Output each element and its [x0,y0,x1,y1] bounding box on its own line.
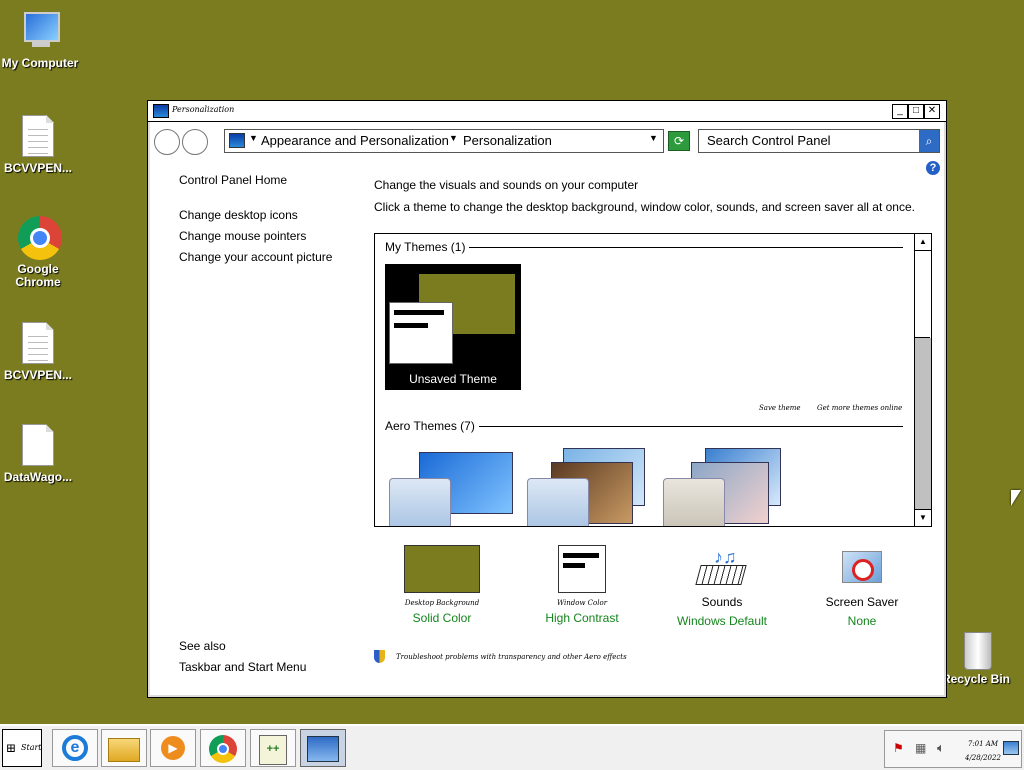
maximize-button[interactable]: □ [908,104,924,119]
desktop-icon-label: Google Chrome [15,262,61,289]
control-panel-icon [153,104,169,118]
solid-color-swatch [404,545,480,593]
unsaved-theme-tile[interactable]: Unsaved Theme [385,264,521,390]
search-icon[interactable]: ⌕ [919,130,939,152]
desktop-icon-label: My Computer [1,56,79,70]
desktop-icon-file[interactable]: BCVVPEN... [0,115,78,175]
personalization-window: Personalization _ □ ✕ ▼ Appearance and P… [147,100,947,698]
theme-label: Unsaved Theme [409,372,497,386]
setting-caption: Desktop Background [404,599,480,607]
computer-icon [20,10,60,54]
chrome-icon[interactable] [200,729,246,767]
recycle-bin-icon [956,626,996,670]
page-heading: Change the visuals and sounds on your co… [374,178,639,192]
themes-scrollbar[interactable]: ▲ ▼ [914,234,931,526]
aero-themes-header: Aero Themes (7) [385,419,475,433]
desktop-icon-label: Recycle Bin [941,672,1011,686]
aero-theme-architecture[interactable] [523,448,653,526]
setting-caption: Screen Saver [825,595,899,609]
screen-saver-setting[interactable]: Screen Saver None [792,543,932,628]
mouse-cursor-icon [1011,490,1021,506]
search-placeholder: Search Control Panel [707,133,831,148]
desktop-icon-label: DataWago... [3,470,73,484]
get-more-themes-link[interactable]: Get more themes online [817,404,902,412]
sidebar-link-account-picture[interactable]: Change your account picture [179,250,332,264]
setting-value: Windows Default [676,614,768,628]
windows-logo-icon: ⊞ [6,741,17,755]
chrome-icon [18,216,62,260]
desktop-icon-my-computer[interactable]: My Computer [0,10,80,70]
scroll-up-arrow-icon[interactable]: ▲ [915,234,931,251]
setting-caption: Window Color [556,599,608,607]
window-color-setting[interactable]: Window Color High Contrast [512,543,652,625]
show-desktop-icon[interactable] [1003,741,1019,755]
help-icon[interactable]: ? [926,161,940,175]
troubleshoot-text: Troubleshoot problems with transparency … [396,653,627,661]
desktop-icon-file[interactable]: DataWago... [0,424,78,484]
sidebar-control-panel-home[interactable]: Control Panel Home [179,173,287,187]
media-player-icon[interactable]: ▶ [150,729,196,767]
notepad-plus-plus-icon[interactable]: ++ [250,729,296,767]
scroll-down-arrow-icon[interactable]: ▼ [915,509,931,526]
troubleshoot-link[interactable]: Troubleshoot problems with transparency … [374,650,627,663]
minimize-button[interactable]: _ [892,104,908,119]
aero-theme-windows[interactable] [385,448,515,526]
sidebar-link-desktop-icons[interactable]: Change desktop icons [179,208,298,222]
breadcrumb-item[interactable]: Appearance and Personalization [261,133,449,148]
desktop-icon-google-chrome[interactable]: Google Chrome [0,216,78,289]
shield-icon [374,650,385,663]
forward-button[interactable] [182,129,208,155]
sounds-setting[interactable]: ♪♫ Sounds Windows Default [652,543,792,628]
screen-saver-icon [838,547,886,591]
document-icon [18,322,58,366]
sidebar-link-mouse-pointers[interactable]: Change mouse pointers [179,229,306,243]
breadcrumb[interactable]: ▼ Appearance and Personalization ▼ Perso… [224,129,664,153]
themes-list[interactable]: My Themes (1) Unsaved Theme Save theme G… [374,233,932,527]
address-bar: ▼ Appearance and Personalization ▼ Perso… [152,127,942,155]
setting-value: High Contrast [545,611,619,625]
start-label: Start [21,743,42,752]
setting-value: None [847,614,877,628]
close-button[interactable]: ✕ [924,104,940,119]
action-center-icon[interactable]: ⚑ [893,741,904,755]
scroll-thumb[interactable] [915,251,930,338]
taskbar-start-menu-link[interactable]: Taskbar and Start Menu [179,660,306,674]
taskbar: ⊞ Start e ▶ ++ ⚑ ▦ 🔈︎ 7:01 AM 4/28/2022 [0,724,1024,770]
desktop-icon-label: BCVVPEN... [3,161,72,175]
desktop-background-setting[interactable]: Desktop Background Solid Color [372,543,512,625]
see-also-header: See also [179,639,226,653]
setting-value: Solid Color [412,611,472,625]
control-panel-icon [229,133,245,148]
desktop-icon-file[interactable]: BCVVPEN... [0,322,78,382]
refresh-button[interactable]: ⟳ [668,131,690,151]
my-themes-header: My Themes (1) [385,240,466,254]
page-description: Click a theme to change the desktop back… [374,200,915,214]
save-theme-link[interactable]: Save theme [759,404,801,412]
breadcrumb-item[interactable]: Personalization [463,133,552,148]
internet-explorer-icon[interactable]: e [52,729,98,767]
blank-document-icon [18,424,58,468]
network-icon[interactable]: ▦ [915,741,926,755]
breadcrumb-dropdown-icon[interactable]: ▼ [649,133,658,143]
document-icon [18,115,58,159]
system-tray: ⚑ ▦ 🔈︎ 7:01 AM 4/28/2022 [884,730,1022,768]
window-title: Personalization [172,105,235,114]
clock-date: 4/28/2022 [965,754,1001,762]
window-color-icon [558,545,606,593]
search-input[interactable]: Search Control Panel ⌕ [698,129,940,153]
desktop-icon-recycle-bin[interactable]: Recycle Bin [936,626,1016,686]
clock-time: 7:01 AM [967,740,999,748]
aero-theme-nature[interactable] [659,448,789,526]
back-button[interactable] [154,129,180,155]
sounds-icon: ♪♫ [695,547,747,591]
file-explorer-icon[interactable] [101,729,147,767]
desktop-icon-label: BCVVPEN... [3,368,72,382]
title-bar[interactable]: Personalization _ □ ✕ [148,101,946,122]
start-button[interactable]: ⊞ Start [2,729,42,767]
control-panel-icon[interactable] [300,729,346,767]
clock[interactable]: 7:01 AM 4/28/2022 [965,737,1001,765]
volume-icon[interactable]: 🔈︎ [937,740,945,756]
setting-caption: Sounds [701,595,743,609]
